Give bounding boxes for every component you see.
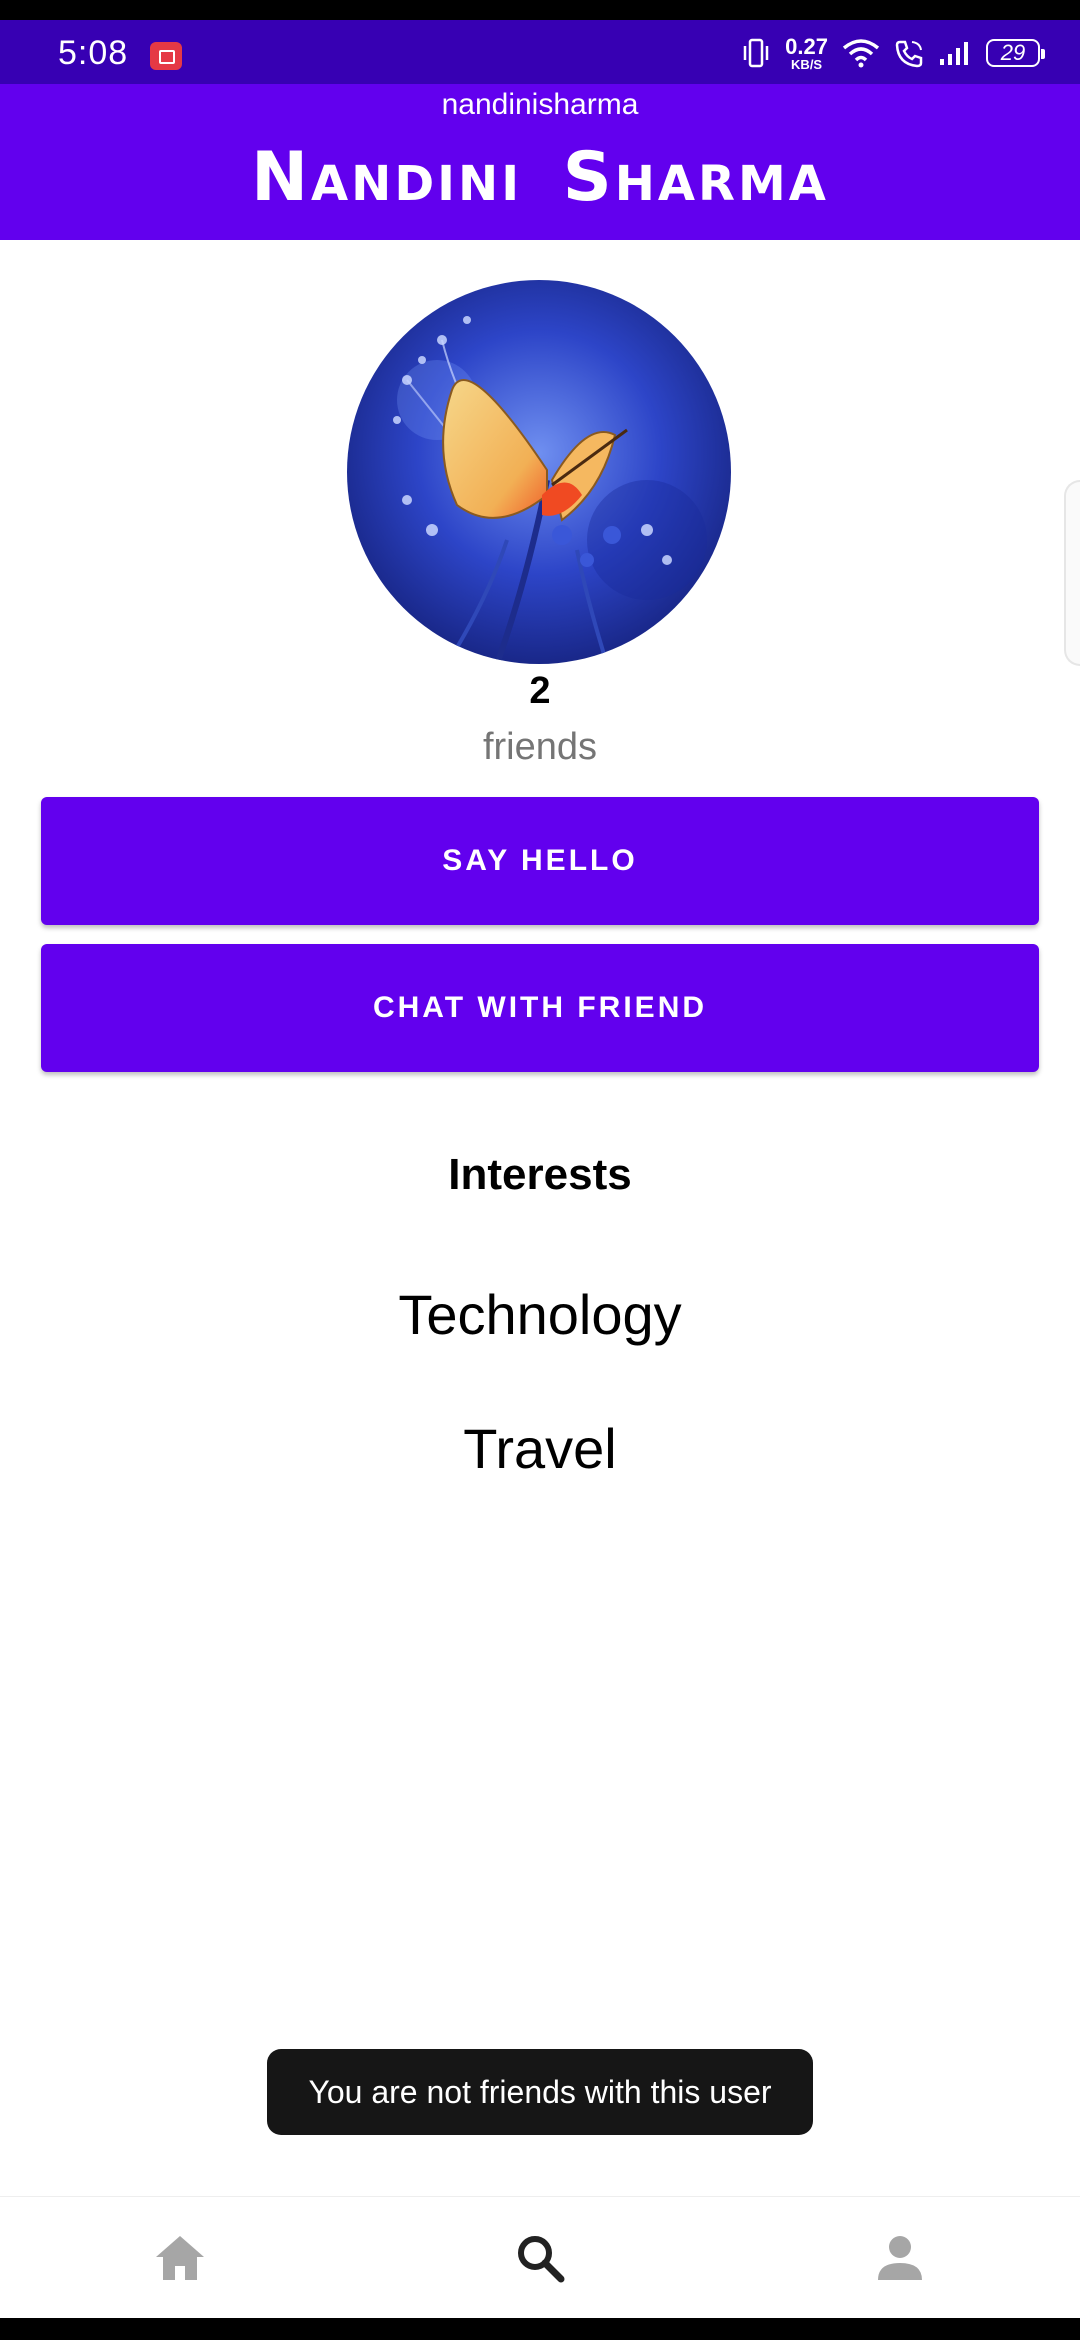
status-time: 5:08 [58,34,129,72]
network-speed: 0.27 KB/S [785,33,828,72]
toast-message: You are not friends with this user [267,2049,813,2135]
chat-with-friend-button[interactable]: CHAT WITH FRIEND [41,944,1039,1072]
avatar [347,280,731,664]
battery-icon: 29 [986,39,1045,67]
wifi-icon [842,39,880,68]
display-name: Nandini Sharma [251,138,829,217]
home-icon [156,2236,204,2280]
bottom-bezel [0,2318,1080,2340]
nav-search[interactable] [450,2197,630,2319]
interest-item: Travel [463,1417,617,1480]
friend-count: 2 [529,670,551,712]
search-icon [518,2236,565,2283]
avatar-image [347,280,731,664]
signal-icon [940,42,968,65]
interest-item: Technology [398,1283,682,1346]
friend-label: friends [482,726,598,768]
battery-level: 29 [1000,40,1026,65]
screen: 5:08 0.27 KB/S 29 nandinisharma Nandini … [0,0,1080,2340]
say-hello-button[interactable]: SAY HELLO [41,797,1039,925]
network-speed-unit: KB/S [791,56,823,72]
profile-header: nandinisharma Nandini Sharma [0,84,1080,240]
username: nandinisharma [441,88,639,121]
interests-title: Interests [448,1150,632,1199]
top-bezel [0,0,1080,20]
screen-record-icon [150,42,182,70]
status-bar: 5:08 0.27 KB/S 29 [0,20,1080,84]
nav-home[interactable] [90,2197,270,2319]
person-icon [878,2236,922,2280]
network-speed-value: 0.27 [785,33,828,59]
bottom-navigation [0,2196,1080,2319]
edge-panel-handle[interactable] [1064,480,1080,666]
status-icons: 0.27 KB/S 29 [741,28,1045,78]
wifi-calling-icon [895,40,923,68]
vibrate-icon [743,38,769,68]
nav-profile[interactable] [810,2197,990,2319]
